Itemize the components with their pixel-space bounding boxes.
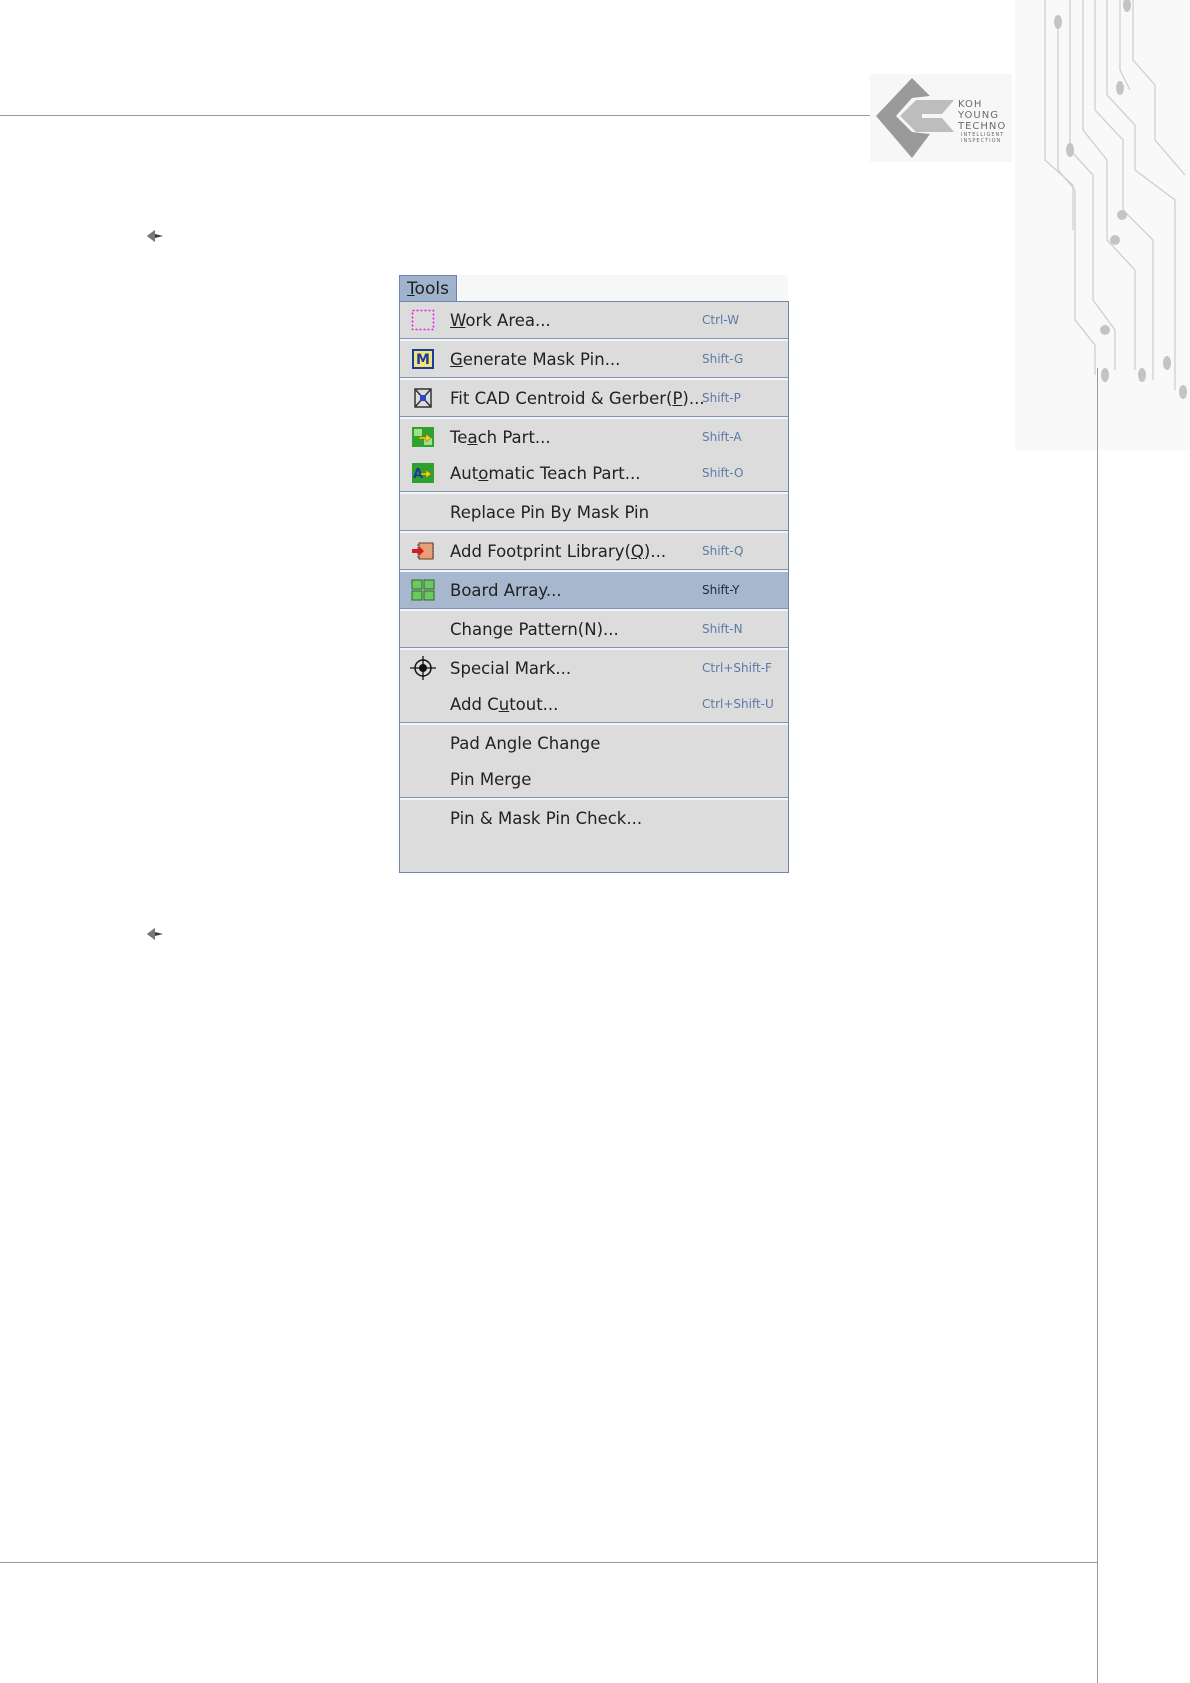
tools-menu-label: Tools: [407, 279, 449, 299]
logo-line2: YOUNG: [958, 110, 999, 121]
menu-item-label: Teach Part...: [450, 427, 551, 447]
menu-item-label: Replace Pin By Mask Pin: [450, 502, 650, 522]
menu-group: Pin & Mask Pin Check...: [400, 798, 788, 836]
menu-item-label: Fit CAD Centroid & Gerber(P)...: [450, 388, 705, 408]
board-array-icon: [410, 578, 436, 602]
logo-wordmark: KOH YOUNG TECHNO INTELLIGENT INSPECTION: [958, 100, 1006, 144]
menu-item-work-area[interactable]: Work Area... Ctrl-W: [400, 302, 788, 338]
menu-group: Board Array... Shift-Y: [400, 570, 788, 609]
menu-group: Fit CAD Centroid & Gerber(P)... Shift-P: [400, 378, 788, 417]
menu-item-label: Special Mark...: [450, 658, 572, 678]
auto-teach-icon: A: [410, 461, 436, 485]
menu-item-change-pattern-n[interactable]: Change Pattern(N)... Shift-N: [400, 611, 788, 647]
menu-item-label: Work Area...: [450, 310, 551, 330]
footprint-library-icon: [410, 539, 436, 563]
menu-item-shortcut: Ctrl-W: [702, 313, 740, 327]
menu-item-automatic-teach-part[interactable]: A Automatic Teach Part... Shift-O: [400, 455, 788, 491]
tools-menu-title[interactable]: Tools: [399, 275, 457, 302]
tools-dropdown-menu: Work Area... Ctrl-W M Generate Mask Pin..…: [399, 301, 789, 873]
special-mark-icon: [410, 656, 436, 680]
menu-item-label: Pin & Mask Pin Check...: [450, 808, 643, 828]
menu-group: Work Area... Ctrl-W: [400, 302, 788, 339]
work-area-icon: [410, 308, 436, 332]
right-margin-rule: [1097, 368, 1098, 1683]
menu-item-shortcut: Shift-Q: [702, 544, 744, 558]
menu-item-pin-mask-pin-check[interactable]: Pin & Mask Pin Check...: [400, 800, 788, 836]
logo-line3: TECHNO: [958, 121, 1007, 132]
bullet-arrow-icon: [147, 928, 163, 940]
logo-tagline2: INSPECTION: [961, 138, 1002, 144]
menu-item-label: Pad Angle Change: [450, 733, 601, 753]
fit-cad-icon: [410, 386, 436, 410]
menu-item-label: Add Footprint Library(Q)...: [450, 541, 667, 561]
menu-group: Replace Pin By Mask Pin: [400, 492, 788, 531]
teach-part-icon: [410, 425, 436, 449]
menu-group: M Generate Mask Pin... Shift-G: [400, 339, 788, 378]
menu-group: Special Mark... Ctrl+Shift-F Add Cutout...…: [400, 648, 788, 723]
menu-item-label: Automatic Teach Part...: [450, 463, 641, 483]
menu-item-label: Generate Mask Pin...: [450, 349, 621, 369]
logo-line1: KOH: [958, 99, 983, 110]
menu-item-teach-part[interactable]: Teach Part... Shift-A: [400, 419, 788, 455]
menu-group: Add Footprint Library(Q)... Shift-Q: [400, 531, 788, 570]
menu-item-shortcut: Shift-Y: [702, 583, 740, 597]
menu-item-label: Pin Merge: [450, 769, 532, 789]
svg-text:M: M: [416, 352, 430, 368]
menu-item-pad-angle-change[interactable]: Pad Angle Change: [400, 725, 788, 761]
menu-group: Teach Part... Shift-A A Automatic Teach P…: [400, 417, 788, 492]
circuit-decoration: [1044, 0, 1187, 399]
header-rule: [0, 115, 880, 116]
footer-rule: [0, 1562, 1097, 1563]
menu-item-label: Board Array...: [450, 580, 562, 600]
menu-item-special-mark[interactable]: Special Mark... Ctrl+Shift-F: [400, 650, 788, 686]
menu-bar-background: [457, 275, 788, 302]
menu-item-fit-cad-centroid-gerber-p[interactable]: Fit CAD Centroid & Gerber(P)... Shift-P: [400, 380, 788, 416]
menu-item-shortcut: Shift-G: [702, 352, 744, 366]
mask-pin-icon: M: [410, 347, 436, 371]
menu-item-shortcut: Shift-P: [702, 391, 741, 405]
menu-group: Pad Angle Change Pin Merge: [400, 723, 788, 798]
menu-item-generate-mask-pin[interactable]: M Generate Mask Pin... Shift-G: [400, 341, 788, 377]
menu-item-add-cutout[interactable]: Add Cutout... Ctrl+Shift-U: [400, 686, 788, 722]
menu-item-board-array[interactable]: Board Array... Shift-Y: [400, 572, 788, 608]
menu-item-add-footprint-library-q[interactable]: Add Footprint Library(Q)... Shift-Q: [400, 533, 788, 569]
bullet-arrow-icon: [147, 230, 163, 242]
menu-item-label: Change Pattern(N)...: [450, 619, 619, 639]
menu-item-shortcut: Shift-N: [702, 622, 743, 636]
menu-item-label: Add Cutout...: [450, 694, 559, 714]
menu-group: Change Pattern(N)... Shift-N: [400, 609, 788, 648]
menu-item-shortcut: Shift-A: [702, 430, 742, 444]
menu-item-shortcut: Shift-O: [702, 466, 744, 480]
menu-item-pin-merge[interactable]: Pin Merge: [400, 761, 788, 797]
menu-item-replace-pin-by-mask-pin[interactable]: Replace Pin By Mask Pin: [400, 494, 788, 530]
menu-item-shortcut: Ctrl+Shift-U: [702, 697, 774, 711]
menu-item-shortcut: Ctrl+Shift-F: [702, 661, 772, 675]
